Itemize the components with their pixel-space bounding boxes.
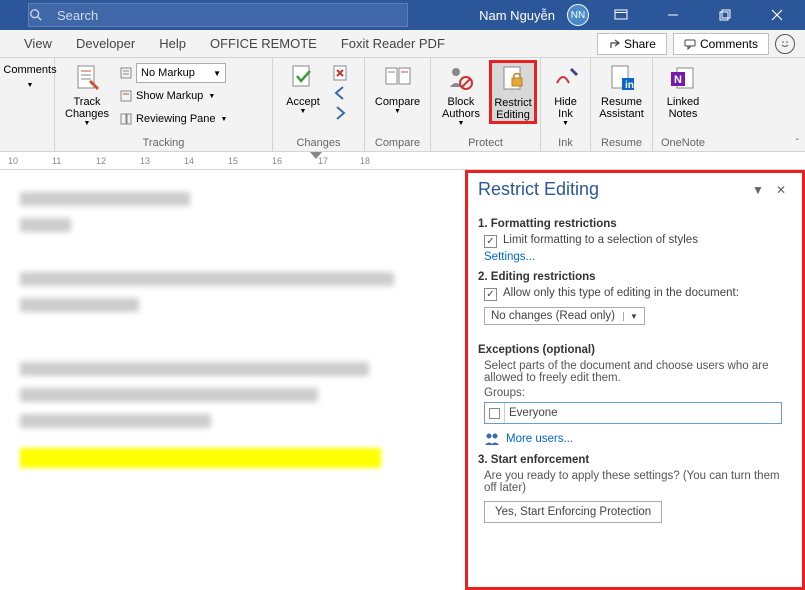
compare-group-label: Compare <box>371 135 424 151</box>
show-markup-button[interactable]: Show Markup ▼ <box>117 85 229 107</box>
menu-office-remote[interactable]: OFFICE REMOTE <box>198 36 329 51</box>
next-button[interactable] <box>331 104 351 122</box>
block-authors-button[interactable]: Block Authors ▼ <box>437 60 485 129</box>
markup-icon <box>119 66 133 80</box>
chevron-down-icon: ▼ <box>213 69 221 78</box>
resume-assistant-button[interactable]: in Resume Assistant <box>597 60 646 122</box>
share-label: Share <box>624 37 656 51</box>
user-avatar[interactable]: NN <box>567 4 589 26</box>
resume-group-label: Resume <box>597 135 646 151</box>
ribbon-display-icon[interactable] <box>601 0 641 30</box>
ink-group-label: Ink <box>547 135 584 151</box>
everyone-checkbox[interactable] <box>485 403 505 423</box>
pane-title: Restrict Editing <box>478 179 746 200</box>
comments-label: Comments <box>700 37 758 51</box>
collapse-ribbon-icon[interactable]: ˇ <box>796 138 799 149</box>
pane-menu-icon[interactable]: ▼ <box>746 183 770 197</box>
chevron-down-icon: ▼ <box>27 82 34 89</box>
search-icon <box>29 8 53 22</box>
formatting-settings-link[interactable]: Settings... <box>484 251 792 263</box>
minimize-icon[interactable] <box>653 0 693 30</box>
search-placeholder: Search <box>53 8 98 23</box>
show-markup-icon <box>119 89 133 103</box>
reviewing-pane-button[interactable]: Reviewing Pane ▼ <box>117 108 229 130</box>
chevron-down-icon: ▼ <box>300 108 307 115</box>
comment-icon <box>684 38 696 50</box>
restrict-editing-pane: Restrict Editing ▼ ✕ 1. Formatting restr… <box>465 170 805 590</box>
formatting-section-title: 1. Formatting restrictions <box>478 218 792 230</box>
maximize-icon[interactable] <box>705 0 745 30</box>
svg-text:in: in <box>625 80 634 91</box>
indent-marker-icon[interactable] <box>310 152 322 159</box>
hide-ink-icon <box>550 62 582 94</box>
groups-everyone-row[interactable]: Everyone <box>484 402 782 424</box>
comments-button[interactable]: Comments <box>673 33 769 55</box>
menu-help[interactable]: Help <box>147 36 198 51</box>
enforcement-desc: Are you ready to apply these settings? (… <box>484 470 792 494</box>
track-changes-icon <box>71 62 103 94</box>
exceptions-title: Exceptions (optional) <box>478 344 792 356</box>
accept-icon <box>287 62 319 94</box>
linked-notes-button[interactable]: N Linked Notes <box>659 60 707 122</box>
feedback-icon[interactable] <box>775 34 795 54</box>
svg-text:N: N <box>674 74 682 86</box>
ruler[interactable]: 10 11 12 13 14 15 16 17 18 <box>0 152 805 170</box>
chevron-down-icon: ▼ <box>84 120 91 127</box>
restrict-editing-button[interactable]: Restrict Editing <box>489 60 537 124</box>
editing-section-title: 2. Editing restrictions <box>478 271 792 283</box>
highlighted-text <box>20 448 381 468</box>
compare-icon <box>382 62 414 94</box>
pane-close-icon[interactable]: ✕ <box>770 183 792 197</box>
exceptions-desc: Select parts of the document and choose … <box>484 360 792 384</box>
reviewing-pane-icon <box>119 112 133 126</box>
users-icon <box>484 432 500 446</box>
onenote-icon: N <box>667 62 699 94</box>
more-users-link[interactable]: More users... <box>484 432 792 446</box>
accept-button[interactable]: Accept ▼ <box>279 60 327 117</box>
enforcement-section-title: 3. Start enforcement <box>478 454 792 466</box>
menu-foxit[interactable]: Foxit Reader PDF <box>329 36 457 51</box>
changes-group-label: Changes <box>279 135 358 151</box>
allow-editing-label: Allow only this type of editing in the d… <box>503 287 739 299</box>
chevron-down-icon: ▼ <box>208 93 215 100</box>
protect-group-label: Protect <box>437 135 534 151</box>
chevron-down-icon: ▼ <box>221 116 228 123</box>
share-icon <box>608 38 620 50</box>
tracking-group-label: Tracking <box>61 135 266 151</box>
previous-button[interactable] <box>331 84 351 102</box>
chevron-down-icon: ▼ <box>623 312 638 321</box>
hide-ink-button[interactable]: Hide Ink ▼ <box>542 60 590 129</box>
limit-formatting-label: Limit formatting to a selection of style… <box>503 234 698 246</box>
menubar: View Developer Help OFFICE REMOTE Foxit … <box>0 30 805 58</box>
reject-button[interactable] <box>331 64 351 82</box>
titlebar: Search Nam Nguyễn NN <box>0 0 805 30</box>
limit-formatting-checkbox[interactable]: ✓ <box>484 235 497 248</box>
search-box[interactable]: Search <box>28 3 408 27</box>
markup-combo[interactable]: No Markup▼ <box>117 62 229 84</box>
restrict-editing-icon <box>497 63 529 95</box>
comments-ribbon-button[interactable]: Comments ▼ <box>6 60 54 91</box>
onenote-group-label: OneNote <box>659 135 707 151</box>
chevron-down-icon: ▼ <box>458 120 465 127</box>
compare-button[interactable]: Compare ▼ <box>371 60 424 117</box>
linkedin-icon: in <box>606 62 638 94</box>
ribbon: Comments ▼ Track Changes ▼ No Markup▼ <box>0 58 805 152</box>
track-changes-button[interactable]: Track Changes ▼ <box>61 60 113 129</box>
menu-developer[interactable]: Developer <box>64 36 147 51</box>
chevron-down-icon: ▼ <box>562 120 569 127</box>
menu-view[interactable]: View <box>12 36 64 51</box>
user-name[interactable]: Nam Nguyễn <box>479 8 555 23</box>
block-authors-icon <box>445 62 477 94</box>
allow-editing-checkbox[interactable]: ✓ <box>484 288 497 301</box>
document-area[interactable] <box>0 170 465 590</box>
chevron-down-icon: ▼ <box>394 108 401 115</box>
editing-type-select[interactable]: No changes (Read only) ▼ <box>484 307 645 325</box>
share-button[interactable]: Share <box>597 33 667 55</box>
close-icon[interactable] <box>757 0 797 30</box>
groups-label: Groups: <box>484 387 792 399</box>
start-enforcing-button[interactable]: Yes, Start Enforcing Protection <box>484 501 662 523</box>
